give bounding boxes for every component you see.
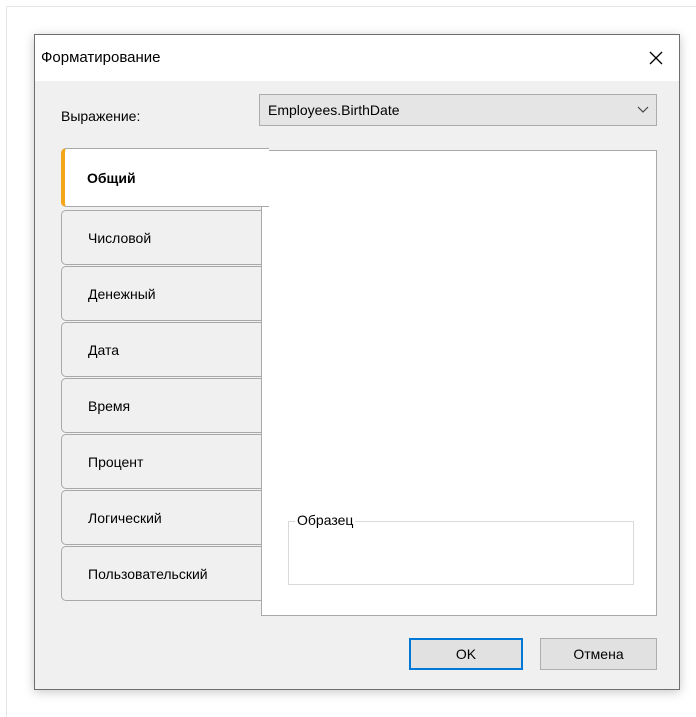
- cancel-button[interactable]: Отмена: [540, 638, 657, 670]
- tab-label: Логический: [88, 510, 162, 526]
- tab-date[interactable]: Дата: [61, 322, 262, 377]
- sample-legend: Образец: [295, 512, 356, 528]
- tab-percent[interactable]: Процент: [61, 434, 262, 489]
- tab-general[interactable]: Общий: [61, 148, 269, 207]
- chevron-down-icon: [637, 106, 649, 113]
- title-bar[interactable]: Форматирование: [35, 35, 679, 81]
- tab-numeric[interactable]: Числовой: [61, 210, 262, 265]
- tab-currency[interactable]: Денежный: [61, 266, 262, 321]
- dialog-title: Форматирование: [41, 49, 161, 66]
- tab-time[interactable]: Время: [61, 378, 262, 433]
- close-icon: [649, 51, 663, 65]
- expression-dropdown[interactable]: Employees.BirthDate: [259, 94, 657, 126]
- expression-label: Выражение:: [61, 108, 141, 124]
- tab-label: Денежный: [88, 286, 156, 302]
- expression-value: Employees.BirthDate: [268, 102, 400, 118]
- tab-label: Процент: [88, 454, 144, 470]
- tab-label: Дата: [88, 342, 120, 358]
- ok-button[interactable]: OK: [409, 638, 523, 670]
- tab-label: Пользовательский: [88, 566, 208, 582]
- tab-boolean[interactable]: Логический: [61, 490, 262, 545]
- tab-label: Числовой: [88, 230, 152, 246]
- close-button[interactable]: [633, 35, 679, 81]
- sample-groupbox: Образец: [288, 512, 634, 585]
- tab-content-panel: Образец: [261, 150, 657, 616]
- tab-label: Время: [88, 398, 131, 414]
- tab-custom[interactable]: Пользовательский: [61, 546, 262, 601]
- tab-label: Общий: [87, 170, 136, 186]
- formatting-dialog: Форматирование Выражение: Employees.Birt…: [34, 34, 680, 690]
